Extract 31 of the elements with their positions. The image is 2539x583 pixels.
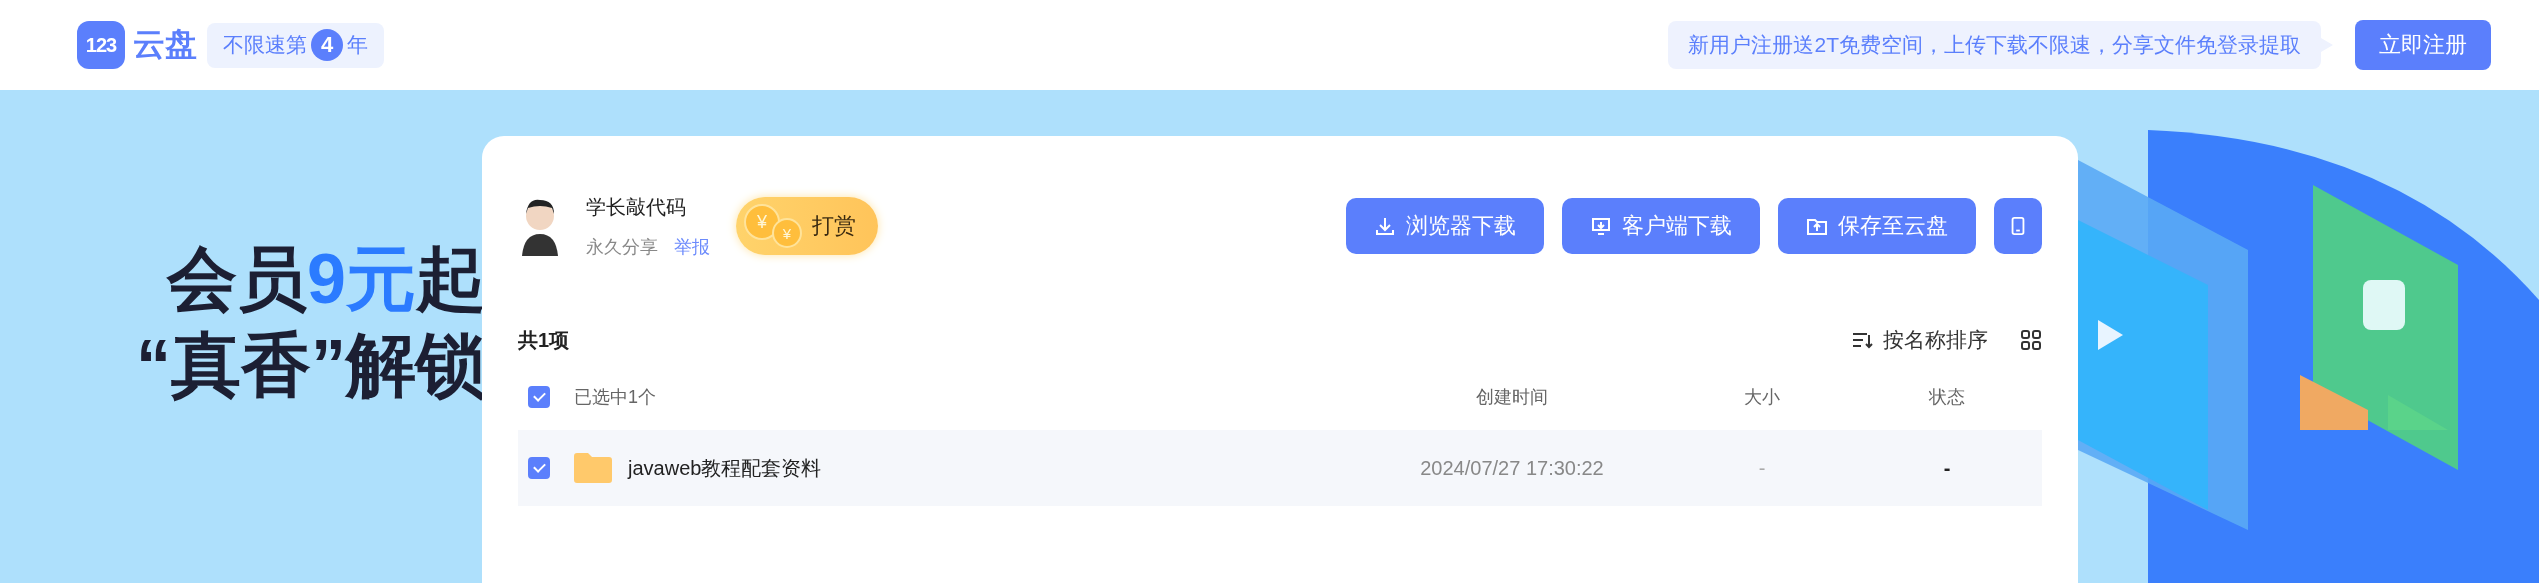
table-cell-text: - (1757, 456, 1767, 480)
tip-button[interactable]: ¥ ¥ 打赏 (736, 197, 878, 255)
grid-view-icon[interactable] (2020, 329, 2042, 351)
item-count: 共1项 (518, 327, 570, 353)
validity-text: 永久分享 (586, 235, 658, 259)
table-cell-text: 2024/07/27 17:30:22 (1419, 456, 1605, 480)
logo-text: 云盘 (133, 25, 197, 64)
checkbox[interactable] (528, 386, 550, 408)
action-button[interactable]: 客户端下载 (1562, 198, 1760, 254)
action-button[interactable]: 浏览器下载 (1346, 198, 1544, 254)
download-icon (1374, 215, 1396, 237)
promo-badge: 不限速第 4 年 (207, 22, 384, 68)
register-button[interactable]: 立即注册 (2355, 20, 2491, 70)
banner-headline: “真香”解锁 (136, 324, 486, 406)
mobile-button[interactable] (1994, 198, 2042, 254)
action-button[interactable]: 保存至云盘 (1778, 198, 1976, 254)
file-row[interactable]: javaweb教程配套资料 2024/07/27 17:30:22 - - (518, 430, 2042, 506)
logo-icon: 123 (77, 21, 125, 69)
column-header: 创建时间 (1475, 386, 1549, 409)
table-cell-text: - (1942, 456, 1952, 480)
column-header: 状态 (1928, 386, 1966, 409)
folder-icon (574, 453, 612, 483)
selection-count: 已选中1个 (574, 386, 657, 409)
sort-button[interactable]: 按名称排序 (1845, 325, 1994, 355)
banner-headline: 会员9元起 (167, 238, 486, 320)
column-header: 大小 (1743, 386, 1781, 409)
file-name: javaweb教程配套资料 (628, 455, 822, 481)
checkbox[interactable] (528, 457, 550, 479)
monitor-icon (1590, 215, 1612, 237)
report-link[interactable]: 举报 (674, 234, 710, 259)
owner-name: 学长敲代码 (586, 194, 687, 220)
